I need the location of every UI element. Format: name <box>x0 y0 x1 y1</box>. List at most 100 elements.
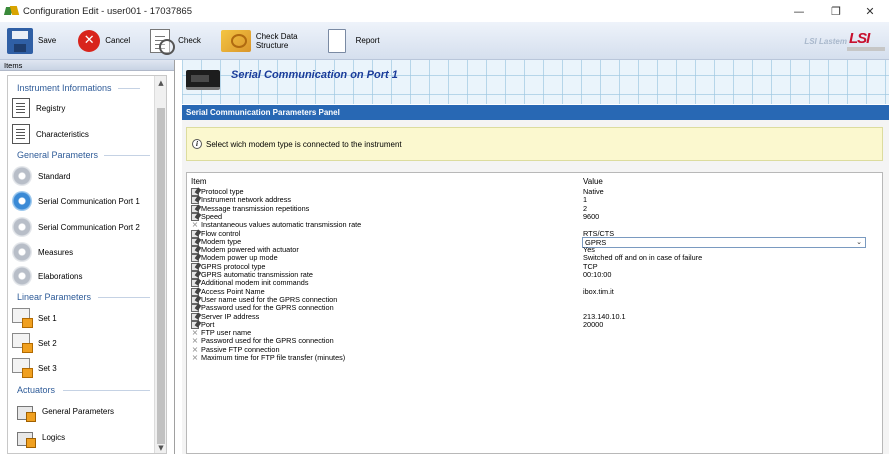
save-button[interactable]: Save <box>2 24 61 58</box>
row-value: Switched off and on in case of failure <box>583 253 703 263</box>
row-value: 00:10:00 <box>583 270 612 279</box>
disabled-icon: × <box>191 353 199 362</box>
table-row[interactable]: Additional modem init commands <box>187 278 882 288</box>
datalogger-icon <box>186 70 220 90</box>
table-row[interactable]: Password used for the GPRS connection <box>187 303 882 313</box>
sidebar-item-serial-port-1[interactable]: Serial Communication Port 1 <box>12 190 152 212</box>
sidebar-item-registry[interactable]: Registry <box>12 97 152 119</box>
table-row[interactable]: × Maximum time for FTP file transfer (min… <box>187 353 882 362</box>
row-value: ibox.tim.it <box>583 286 614 296</box>
title-bar: Configuration Edit - user001 - 17037865 … <box>0 0 889 22</box>
actuator-icon <box>12 426 36 448</box>
sidebar-item-set-3[interactable]: Set 3 <box>12 357 152 379</box>
sidebar-item-label: Set 3 <box>38 363 57 373</box>
row-value: 9600 <box>583 211 600 221</box>
gear-icon <box>12 191 32 211</box>
column-header-item: Item <box>191 177 207 186</box>
check-icon <box>150 28 176 55</box>
sidebar-item-serial-port-2[interactable]: Serial Communication Port 2 <box>12 216 152 238</box>
set-icon <box>12 358 33 378</box>
sidebar-item-measures[interactable]: Measures <box>12 241 152 263</box>
lsi-logo: LSI <box>847 30 885 52</box>
table-row[interactable]: Modem powered with actuator Yes <box>187 245 882 255</box>
group-general-label: General Parameters <box>17 150 99 160</box>
gear-icon <box>12 242 32 262</box>
check-structure-label: Check Data Structure <box>256 32 298 50</box>
page-title: Serial Communication on Port 1 <box>231 69 398 81</box>
table-row[interactable]: Port 20000 <box>187 319 882 329</box>
gear-icon <box>12 166 32 186</box>
logo-text: LSI <box>849 30 870 47</box>
sidebar-item-label: Registry <box>36 103 66 113</box>
sidebar-item-label: Measures <box>38 247 74 257</box>
window-title: Configuration Edit - user001 - 17037865 <box>23 5 193 17</box>
table-row[interactable]: Modem power up mode Switched off and on i… <box>187 253 882 263</box>
page-banner: Serial Communication on Port 1 <box>182 60 889 104</box>
check-structure-line-1: Check Data <box>255 31 298 41</box>
sidebar-item-standard[interactable]: Standard <box>12 165 152 187</box>
check-label: Check <box>178 36 201 45</box>
close-button[interactable]: ✕ <box>851 0 889 22</box>
set-icon <box>12 333 33 353</box>
column-header-value: Value <box>583 177 603 186</box>
sidebar-item-actuator-general[interactable]: General Parameters <box>12 400 152 422</box>
sidebar-item-label: Elaborations <box>38 271 83 281</box>
save-label: Save <box>38 36 57 45</box>
cancel-icon: ✕ <box>78 29 101 52</box>
table-row[interactable]: × Instantaneous values automatic transmis… <box>187 220 882 229</box>
maximize-button[interactable]: ❐ <box>817 0 855 22</box>
sidebar-item-label: Serial Communication Port 1 <box>38 196 140 206</box>
report-button[interactable]: Report <box>323 24 385 58</box>
row-label: Maximum time for FTP file transfer (minu… <box>201 353 346 362</box>
sidebar-item-set-1[interactable]: Set 1 <box>12 307 152 329</box>
minimize-button[interactable]: — <box>780 0 818 22</box>
group-general-parameters: General Parameters <box>17 150 98 160</box>
group-actuators-label: Actuators <box>17 385 56 395</box>
actuator-icon <box>12 400 36 422</box>
report-label: Report <box>355 36 380 45</box>
sidebar-item-label: Logics <box>42 432 66 442</box>
group-instrument-label: Instrument Informations <box>17 83 112 93</box>
check-structure-line-2: Structure <box>255 40 289 50</box>
check-data-structure-button[interactable]: Check Data Structure <box>216 24 303 58</box>
sidebar-item-characteristics[interactable]: Characteristics <box>12 123 152 145</box>
sidebar-item-label: Set 2 <box>38 338 57 348</box>
document-icon <box>12 98 30 118</box>
sidebar-item-label: Standard <box>38 171 71 181</box>
sidebar-item-label: Characteristics <box>36 129 89 139</box>
edit-icon <box>191 254 199 263</box>
group-linear-label: Linear Parameters <box>17 292 92 302</box>
table-row[interactable]: × Password used for the GPRS connection <box>187 337 882 346</box>
table-row[interactable]: Server IP address 213.140.10.1 <box>187 312 882 321</box>
scroll-down-icon[interactable]: ▼ <box>155 441 166 453</box>
set-icon <box>12 308 33 328</box>
table-row[interactable]: Message transmission repetitions 2 <box>187 204 882 213</box>
panel-title: Serial Communication Parameters Panel <box>182 105 889 120</box>
scroll-up-icon[interactable]: ▲ <box>155 76 166 90</box>
info-icon: i <box>192 139 202 149</box>
info-box: i Select wich modem type is connected to… <box>186 127 883 161</box>
sidebar-item-set-2[interactable]: Set 2 <box>12 332 152 354</box>
sidebar-item-elaborations[interactable]: Elaborations <box>12 265 152 287</box>
sidebar-item-logics[interactable]: Logics <box>12 426 152 448</box>
table-row[interactable]: Protocol type Native <box>187 187 882 196</box>
app-icon <box>5 5 19 17</box>
items-panel: Items Instrument Informations Registry C… <box>0 60 175 454</box>
row-value: 20000 <box>583 319 604 329</box>
check-button[interactable]: Check <box>145 24 206 58</box>
parameters-table: Item Value Protocol type Native Instrument… <box>186 172 883 454</box>
brand-text: LSI Lastem <box>804 37 847 46</box>
check-structure-icon <box>220 29 251 52</box>
group-instrument-informations: Instrument Informations <box>17 83 112 93</box>
edit-icon <box>191 279 199 288</box>
gear-icon <box>12 266 32 286</box>
document-icon <box>12 124 30 144</box>
save-icon <box>7 27 33 54</box>
parameters-panel: i Select wich modem type is connected to… <box>182 120 889 454</box>
cancel-label: Cancel <box>105 36 131 45</box>
info-text: Select wich modem type is connected to t… <box>206 139 402 149</box>
cancel-button[interactable]: ✕ Cancel <box>73 24 135 58</box>
scrollbar-thumb[interactable] <box>157 108 165 444</box>
items-panel-header: Items <box>0 60 174 71</box>
sidebar-scrollbar[interactable]: ▲ ▼ <box>154 76 166 453</box>
